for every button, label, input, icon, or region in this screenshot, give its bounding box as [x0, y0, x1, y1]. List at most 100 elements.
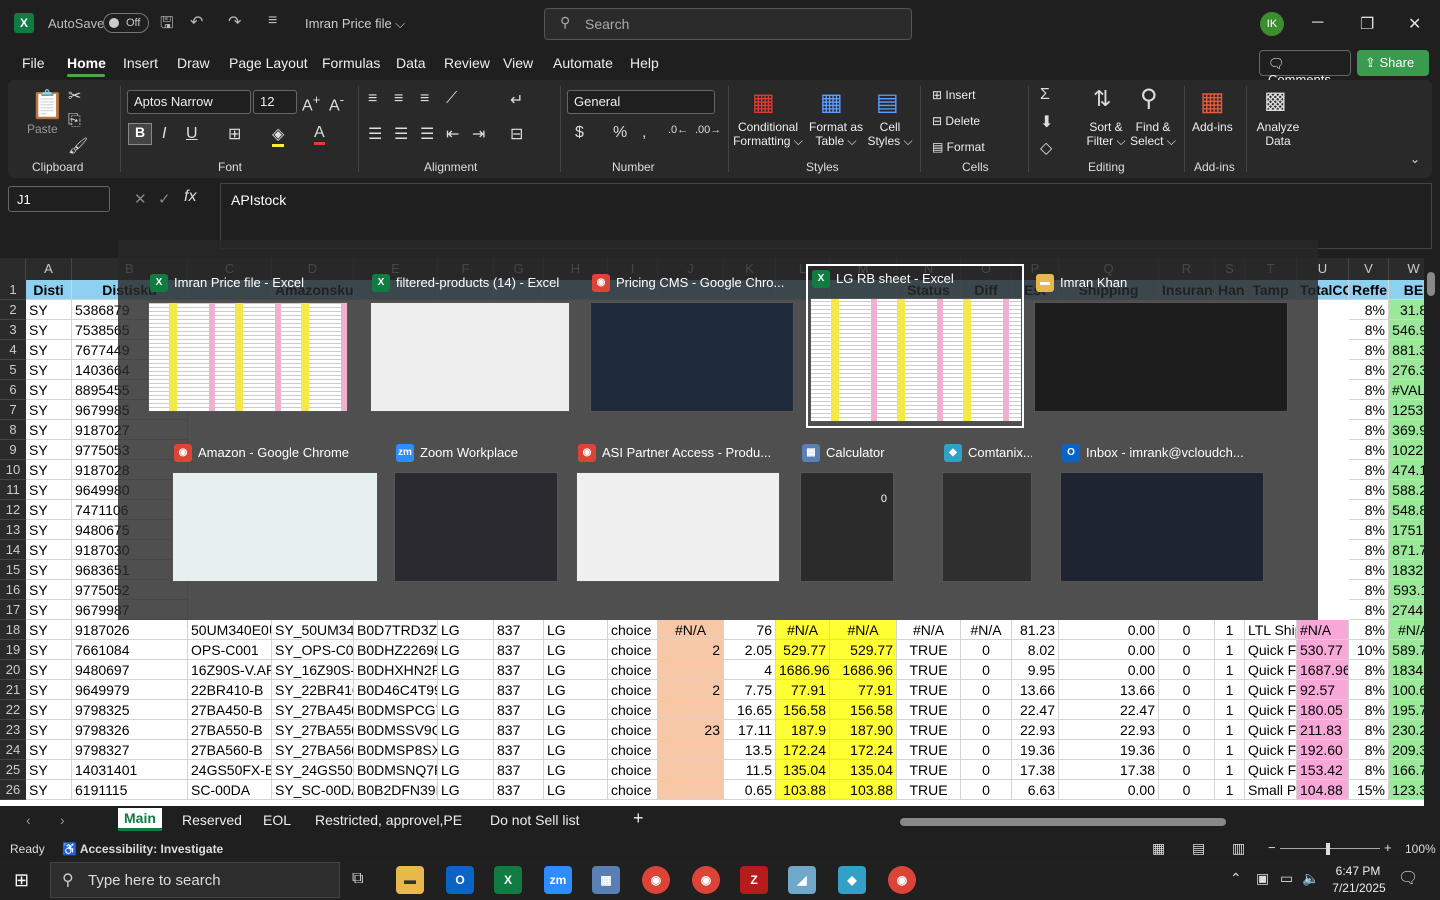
- table-cell[interactable]: LG: [544, 640, 608, 660]
- comtanix-icon[interactable]: ◆: [838, 866, 866, 894]
- table-cell[interactable]: #VALUE!: [1389, 380, 1424, 400]
- top-align-icon[interactable]: ≡: [368, 90, 377, 108]
- table-cell[interactable]: 195.71: [1389, 700, 1424, 720]
- table-cell[interactable]: 8%: [1349, 740, 1389, 760]
- enter-icon[interactable]: ✓: [158, 190, 171, 208]
- table-cell[interactable]: 76: [724, 620, 776, 640]
- table-cell[interactable]: 0: [961, 720, 1012, 740]
- cell-styles-icon[interactable]: ▤: [876, 88, 899, 117]
- table-cell[interactable]: 8%: [1349, 440, 1389, 460]
- insert-cells-button[interactable]: ⊞ Insert: [932, 88, 975, 102]
- table-cell[interactable]: SY_SC-00DA: [272, 780, 354, 800]
- table-cell[interactable]: 8%: [1349, 760, 1389, 780]
- format-cells-button[interactable]: ▤ Format: [932, 140, 985, 154]
- table-cell[interactable]: 13.66: [1059, 680, 1159, 700]
- table-cell[interactable]: 11.5: [724, 760, 776, 780]
- table-cell[interactable]: choice: [608, 760, 658, 780]
- table-cell[interactable]: 8%: [1349, 480, 1389, 500]
- table-cell[interactable]: 8%: [1349, 700, 1389, 720]
- table-cell[interactable]: LG: [438, 780, 494, 800]
- table-cell[interactable]: LG: [544, 680, 608, 700]
- table-cell[interactable]: 0.65: [724, 780, 776, 800]
- table-cell[interactable]: 156.58: [830, 700, 897, 720]
- table-cell[interactable]: SY: [26, 460, 72, 480]
- table-cell[interactable]: SY: [26, 380, 72, 400]
- table-cell[interactable]: 8%: [1349, 620, 1389, 640]
- row-header[interactable]: 20: [0, 660, 26, 680]
- task-thumbnail[interactable]: Xfiltered-products (14) - Excel: [368, 270, 574, 420]
- table-cell[interactable]: 593.11: [1389, 580, 1424, 600]
- row-header[interactable]: 9: [0, 440, 26, 460]
- table-cell[interactable]: 0: [961, 780, 1012, 800]
- column-header[interactable]: A: [26, 258, 72, 280]
- table-cell[interactable]: 135.04: [830, 760, 897, 780]
- row-header[interactable]: 24: [0, 740, 26, 760]
- cell-styles-button[interactable]: Cell Styles ⌵: [866, 120, 914, 149]
- next-sheet-icon[interactable]: ›: [60, 812, 65, 828]
- table-cell[interactable]: LG: [438, 640, 494, 660]
- table-cell[interactable]: 92.57: [1297, 680, 1349, 700]
- table-cell[interactable]: 77.91: [830, 680, 897, 700]
- table-cell[interactable]: 837: [494, 640, 544, 660]
- table-cell[interactable]: LG: [544, 780, 608, 800]
- task-thumbnail[interactable]: zm Zoom Workplace: [392, 440, 562, 590]
- tab-file[interactable]: File: [22, 55, 45, 71]
- format-as-table-button[interactable]: Format as Table ⌵: [806, 120, 866, 149]
- table-cell[interactable]: 0: [961, 680, 1012, 700]
- table-cell[interactable]: LG: [544, 720, 608, 740]
- table-cell[interactable]: B0DMSNQ7R9: [354, 760, 438, 780]
- row-header[interactable]: 6: [0, 380, 26, 400]
- table-cell[interactable]: 588.22: [1389, 480, 1424, 500]
- table-cell[interactable]: [658, 660, 724, 680]
- row-header[interactable]: 26: [0, 780, 26, 800]
- horizontal-scrollbar[interactable]: [900, 818, 1226, 826]
- table-cell[interactable]: [658, 780, 724, 800]
- row-header[interactable]: 18: [0, 620, 26, 640]
- row-header[interactable]: 10: [0, 460, 26, 480]
- table-cell[interactable]: 837: [494, 620, 544, 640]
- paste-icon[interactable]: 📋: [30, 88, 65, 121]
- table-cell[interactable]: choice: [608, 680, 658, 700]
- table-cell[interactable]: 24GS50FX-B: [188, 760, 272, 780]
- table-cell[interactable]: 22.47: [1012, 700, 1059, 720]
- table-cell[interactable]: SY_OPS-C001: [272, 640, 354, 660]
- column-header[interactable]: W: [1389, 258, 1424, 280]
- table-cell[interactable]: LG: [438, 740, 494, 760]
- row-header[interactable]: 12: [0, 500, 26, 520]
- table-cell[interactable]: SY: [26, 480, 72, 500]
- table-cell[interactable]: 187.90: [830, 720, 897, 740]
- maximize-icon[interactable]: ❐: [1360, 14, 1374, 34]
- header-cell[interactable]: BE: [1389, 280, 1424, 300]
- table-cell[interactable]: SY: [26, 580, 72, 600]
- delete-cells-button[interactable]: ⊟ Delete: [932, 114, 980, 128]
- table-cell[interactable]: LG: [544, 760, 608, 780]
- copy-icon[interactable]: ⎘: [68, 112, 81, 130]
- table-cell[interactable]: 1686.96: [830, 660, 897, 680]
- fill-icon[interactable]: ⬇: [1040, 112, 1053, 132]
- orientation-icon[interactable]: ⟋: [446, 90, 457, 108]
- table-cell[interactable]: SY: [26, 680, 72, 700]
- underline-icon[interactable]: U: [186, 125, 198, 143]
- table-cell[interactable]: SY_50UM340E: [272, 620, 354, 640]
- table-cell[interactable]: 8%: [1349, 400, 1389, 420]
- table-cell[interactable]: 0.00: [1059, 780, 1159, 800]
- tab-page-layout[interactable]: Page Layout: [229, 55, 308, 71]
- table-cell[interactable]: 22.47: [1059, 700, 1159, 720]
- table-cell[interactable]: Quick Fr: [1245, 640, 1297, 660]
- table-cell[interactable]: choice: [608, 740, 658, 760]
- decrease-font-icon[interactable]: A-: [329, 92, 344, 115]
- table-cell[interactable]: SY: [26, 340, 72, 360]
- table-cell[interactable]: 17.38: [1059, 760, 1159, 780]
- table-cell[interactable]: 0: [961, 640, 1012, 660]
- increase-decimal-icon[interactable]: .0←: [668, 124, 688, 136]
- column-header[interactable]: V: [1349, 258, 1389, 280]
- table-cell[interactable]: TRUE: [897, 640, 961, 660]
- table-cell[interactable]: TRUE: [897, 680, 961, 700]
- chrome-icon[interactable]: ◉: [642, 866, 670, 894]
- row-header[interactable]: 21: [0, 680, 26, 700]
- table-cell[interactable]: 8%: [1349, 300, 1389, 320]
- analyze-data-button[interactable]: Analyze Data: [1254, 120, 1302, 148]
- autosave-toggle[interactable]: Off: [103, 13, 149, 33]
- table-cell[interactable]: 0: [961, 660, 1012, 680]
- format-table-icon[interactable]: ▦: [820, 88, 843, 117]
